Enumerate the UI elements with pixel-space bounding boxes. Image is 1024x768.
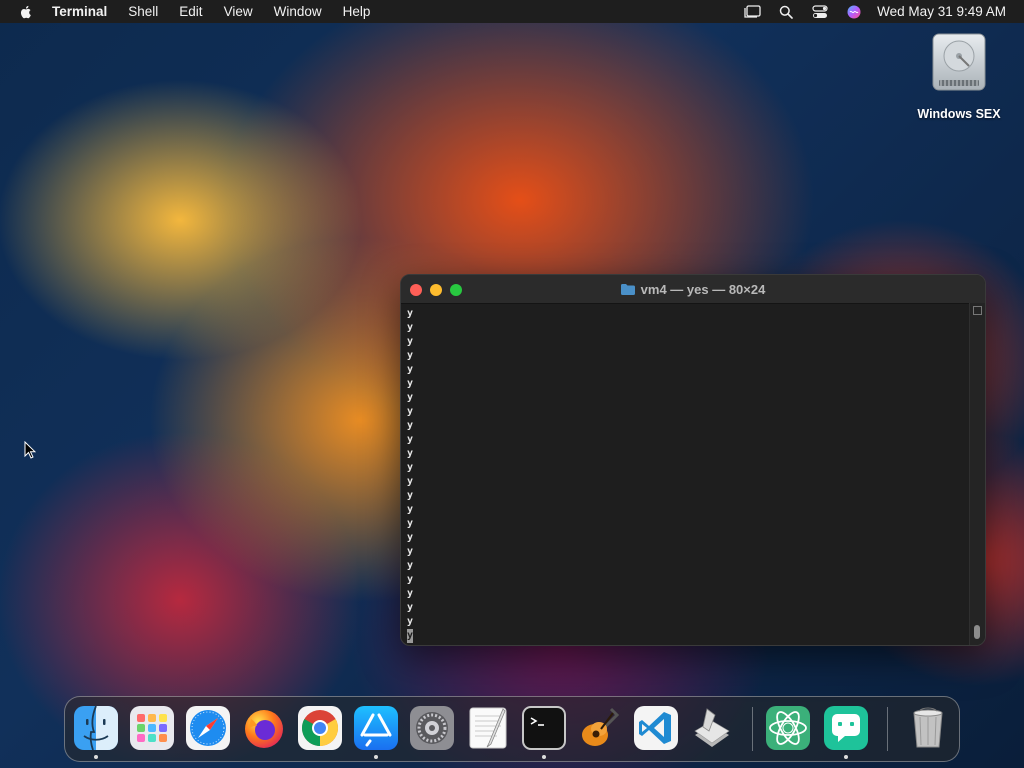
script-editor-icon[interactable] — [689, 705, 735, 751]
chat-bot-app-icon[interactable] — [823, 705, 869, 751]
menu-edit[interactable]: Edit — [179, 4, 202, 19]
terminal-line: y — [407, 476, 414, 487]
dock — [64, 696, 960, 762]
terminal-line: y — [407, 308, 414, 319]
desktop-drive[interactable]: Windows SEX — [910, 32, 1008, 121]
garageband-icon[interactable] — [577, 705, 623, 751]
terminal-scrollbar[interactable] — [969, 303, 985, 645]
terminal-line-current: y — [407, 629, 967, 643]
firefox-icon[interactable] — [241, 705, 287, 751]
scrollbar-thumb[interactable] — [974, 625, 980, 639]
terminal-line: y — [407, 336, 414, 347]
terminal-line: y — [407, 560, 414, 571]
finder-icon[interactable] — [73, 705, 119, 751]
app-store-running-indicator — [374, 755, 378, 759]
finder-running-indicator — [94, 755, 98, 759]
terminal-line: y — [407, 532, 414, 543]
safari-icon[interactable] — [185, 705, 231, 751]
terminal-line: y — [407, 546, 414, 557]
menu-help[interactable]: Help — [343, 4, 371, 19]
folder-icon — [620, 284, 635, 295]
menubar-status-area: Wed May 31 9:49 AM — [727, 0, 1006, 23]
terminal-line: y — [407, 518, 414, 529]
window-title-text: vm4 — yes — 80×24 — [640, 282, 766, 297]
textedit-icon[interactable] — [465, 705, 511, 751]
menubar-clock[interactable]: Wed May 31 9:49 AM — [877, 4, 1006, 19]
terminal-line: y — [407, 378, 414, 389]
vscode-icon[interactable] — [633, 705, 679, 751]
terminal-line: y — [407, 434, 414, 445]
chat-app-running-indicator — [844, 755, 848, 759]
dock-separator — [887, 707, 888, 751]
split-pane-icon[interactable] — [973, 306, 982, 315]
terminal-line: y — [407, 322, 414, 333]
dock-separator — [752, 707, 753, 751]
chrome-icon[interactable] — [297, 705, 343, 751]
hard-drive-icon — [932, 33, 986, 91]
terminal-line: y — [407, 588, 414, 599]
menu-shell[interactable]: Shell — [128, 4, 158, 19]
siri-icon[interactable] — [845, 4, 863, 20]
terminal-line: y — [407, 350, 414, 361]
app-store-icon[interactable] — [353, 705, 399, 751]
terminal-line: y — [407, 448, 414, 459]
terminal-line: y — [407, 392, 414, 403]
window-title: vm4 — yes — 80×24 — [401, 282, 985, 297]
apple-icon[interactable] — [18, 4, 34, 20]
terminal-line: y — [407, 574, 414, 585]
trash-icon[interactable] — [905, 705, 951, 751]
terminal-output[interactable]: yyyyyyyyyyyyyyyyyyyyyyyy — [407, 307, 967, 643]
terminal-line: y — [407, 406, 414, 417]
menu-app-terminal[interactable]: Terminal — [52, 4, 107, 19]
launchpad-icon[interactable] — [129, 705, 175, 751]
ai-atom-app-icon[interactable] — [765, 705, 811, 751]
terminal-line: y — [407, 490, 414, 501]
control-center-icon[interactable] — [811, 4, 829, 20]
stage-manager-icon[interactable] — [743, 4, 761, 20]
mouse-pointer-icon — [24, 441, 36, 459]
terminal-line: y — [407, 462, 414, 473]
terminal-line: y — [407, 364, 414, 375]
terminal-window[interactable]: vm4 — yes — 80×24 yyyyyyyyyyyyyyyyyyyyyy… — [400, 274, 986, 646]
terminal-app-icon[interactable] — [521, 705, 567, 751]
terminal-line: y — [407, 504, 414, 515]
menu-bar: Terminal Shell Edit View Window Help Wed… — [0, 0, 1024, 23]
terminal-running-indicator — [542, 755, 546, 759]
system-settings-icon[interactable] — [409, 705, 455, 751]
terminal-line: y — [407, 616, 414, 627]
menu-window[interactable]: Window — [274, 4, 322, 19]
terminal-line: y — [407, 420, 414, 431]
terminal-line: y — [407, 602, 414, 613]
text-cursor: y — [407, 629, 414, 643]
spotlight-search-icon[interactable] — [777, 4, 795, 20]
menu-view[interactable]: View — [224, 4, 253, 19]
drive-label: Windows SEX — [917, 107, 1001, 121]
terminal-titlebar[interactable]: vm4 — yes — 80×24 — [401, 275, 985, 304]
